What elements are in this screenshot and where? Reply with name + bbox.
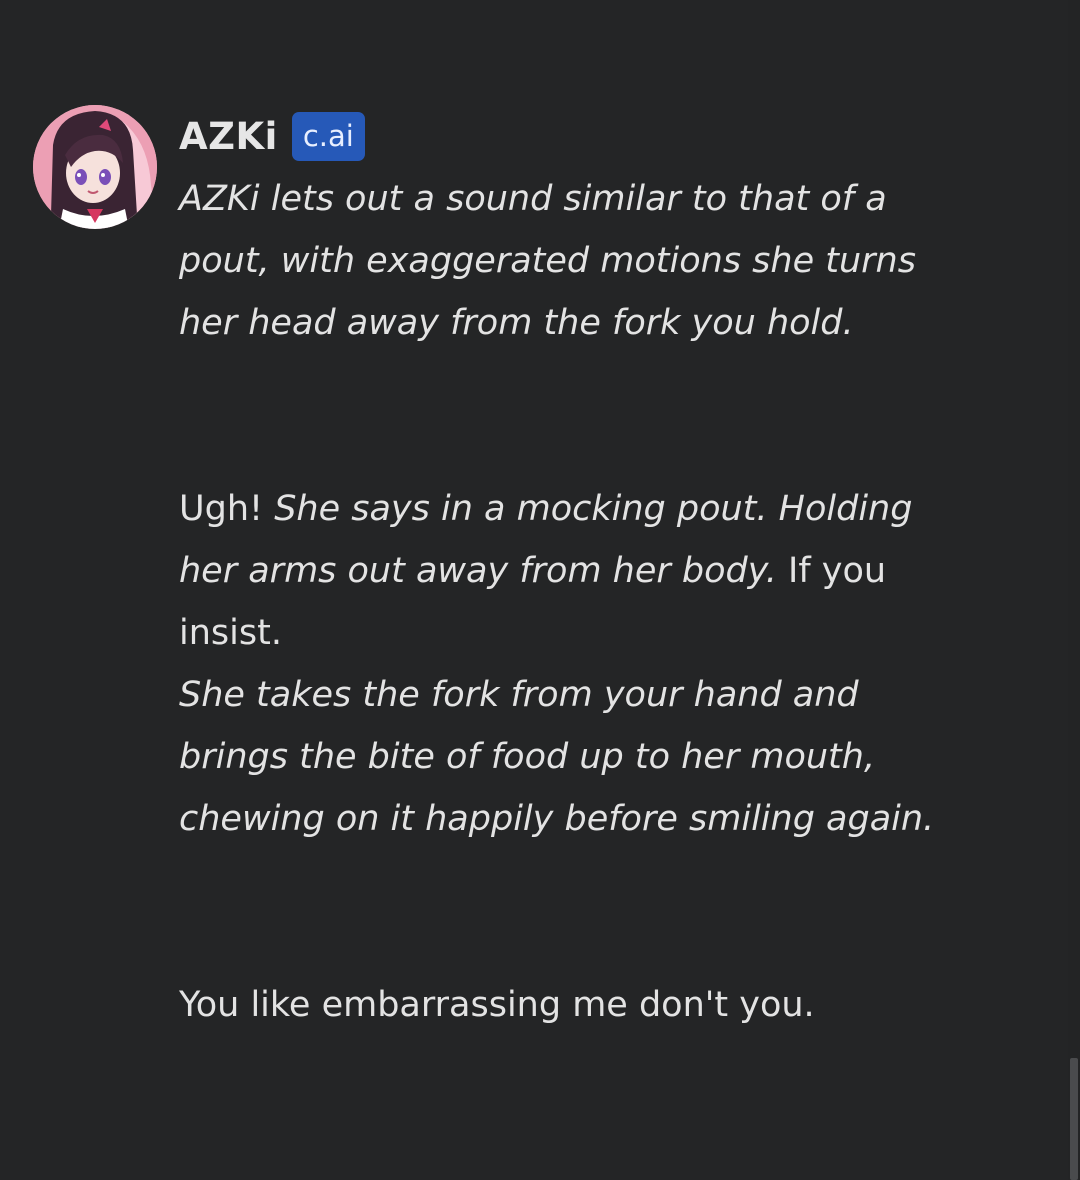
speech-text: Ugh! — [179, 489, 275, 529]
avatar-icon — [33, 105, 157, 229]
sender-name[interactable]: AZKi — [179, 115, 278, 158]
character-avatar[interactable] — [33, 105, 157, 229]
cai-badge: c.ai — [291, 111, 365, 161]
message-body: AZKi lets out a sound similar to that of… — [179, 168, 939, 1036]
chat-message: AZKi c.ai AZKi lets out a sound similar … — [0, 0, 1068, 1180]
message-header: AZKi c.ai — [179, 110, 365, 162]
paragraph-2: Ugh! She says in a mocking pout. Holding… — [179, 478, 939, 850]
action-text: She takes the fork from your hand and br… — [179, 675, 935, 839]
scrollbar[interactable] — [1068, 0, 1080, 1180]
scrollbar-thumb[interactable] — [1070, 1058, 1078, 1180]
paragraph-1: AZKi lets out a sound similar to that of… — [179, 168, 939, 354]
speech-text: You like embarrassing me don't you. — [179, 985, 815, 1025]
paragraph-3: You like embarrassing me don't you. — [179, 974, 939, 1036]
action-text: AZKi lets out a sound similar to that of… — [179, 179, 916, 343]
